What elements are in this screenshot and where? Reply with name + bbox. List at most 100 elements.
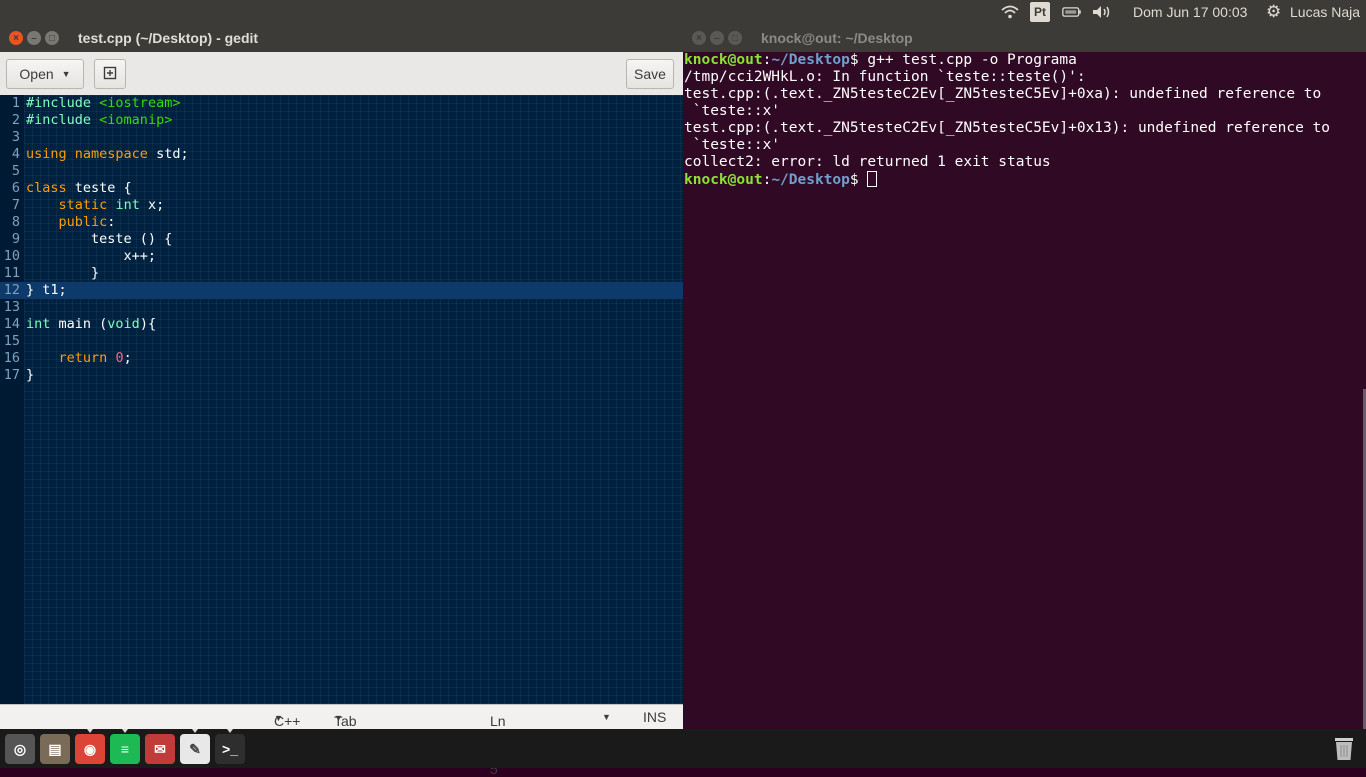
- code-line[interactable]: 1 #include <iostream>: [0, 95, 683, 112]
- code-line[interactable]: 15: [0, 333, 683, 350]
- window-title: test.cpp (~/Desktop) - gedit: [78, 30, 259, 46]
- code-line[interactable]: 9 teste () {: [0, 231, 683, 248]
- gedit-window: × – □ test.cpp (~/Desktop) - gedit Open …: [0, 24, 683, 777]
- chevron-down-icon: ▼: [61, 69, 71, 79]
- line-number: 6: [11, 180, 20, 196]
- code-text: }: [26, 265, 100, 281]
- dock-system-settings-icon[interactable]: ◎: [5, 734, 35, 764]
- code-line[interactable]: 13: [0, 299, 683, 316]
- save-button[interactable]: Save: [626, 59, 674, 89]
- code-line[interactable]: 11 }: [0, 265, 683, 282]
- code-text: } t1;: [26, 282, 67, 298]
- battery-icon[interactable]: [1062, 3, 1082, 21]
- dock: ◎ ▤ ◉ ≡ ✉ ✎ >_: [0, 729, 1366, 768]
- keyboard-icon[interactable]: Pt: [1030, 2, 1050, 22]
- save-label: Save: [634, 66, 666, 82]
- maximize-icon[interactable]: □: [45, 31, 59, 45]
- line-number: 11: [3, 265, 20, 281]
- code-line[interactable]: 16 return 0;: [0, 350, 683, 367]
- line-number: 2: [11, 112, 20, 128]
- maximize-icon[interactable]: □: [728, 31, 742, 45]
- code-line[interactable]: 12 } t1;: [0, 282, 683, 299]
- output-line: test.cpp:(.text._ZN5testeC2Ev[_ZN5testeC…: [684, 120, 1331, 136]
- dock-gedit-icon[interactable]: ✎: [180, 734, 210, 764]
- code-text: class teste {: [26, 180, 132, 196]
- status-bar: C++ ▼ Tab Width: 4 ▼ Ln 12, Col 5 ▼ INS: [0, 704, 683, 777]
- close-icon[interactable]: ×: [9, 31, 23, 45]
- code-text: return 0;: [58, 350, 132, 366]
- insert-mode[interactable]: INS: [643, 709, 666, 725]
- gedit-titlebar: × – □ test.cpp (~/Desktop) - gedit: [0, 24, 683, 52]
- chevron-down-icon: ▼: [274, 713, 283, 723]
- line-number: 15: [3, 333, 20, 349]
- output-line: `teste::x': [684, 137, 781, 153]
- terminal-window[interactable]: × – □ knock@out: ~/Desktop knock@out:~/D…: [683, 24, 1366, 729]
- code-text: int main (void){: [26, 316, 157, 332]
- new-document-icon: [103, 66, 117, 83]
- dock-spotify-icon[interactable]: ≡: [110, 734, 140, 764]
- code-text: #include <iomanip>: [26, 112, 173, 128]
- new-tab-button[interactable]: [94, 59, 126, 89]
- code-line[interactable]: 14 int main (void){: [0, 316, 683, 333]
- running-indicator: [122, 729, 128, 733]
- output-line: /tmp/cci2WHkL.o: In function `teste::tes…: [684, 69, 1086, 85]
- open-button[interactable]: Open ▼: [6, 59, 84, 89]
- line-number: 3: [11, 129, 20, 145]
- code-line[interactable]: 10 x++;: [0, 248, 683, 265]
- line-number: 14: [3, 316, 20, 332]
- code-line[interactable]: 6 class teste {: [0, 180, 683, 197]
- open-label: Open: [19, 66, 54, 82]
- line-number: 12: [3, 282, 20, 298]
- minimize-icon[interactable]: –: [27, 31, 41, 45]
- code-editor[interactable]: 1 #include <iostream> 2 #include <iomanip> 3…: [0, 95, 683, 704]
- code-text: }: [26, 367, 35, 383]
- trash-icon[interactable]: [1332, 735, 1356, 766]
- wifi-icon[interactable]: [1000, 3, 1020, 21]
- command-line: knock@out:~/Desktop$ g++ test.cpp -o Pro…: [684, 52, 1077, 68]
- line-number: 13: [3, 299, 20, 315]
- user-name[interactable]: Lucas Naja: [1290, 4, 1360, 20]
- line-number: 9: [11, 231, 20, 247]
- code-text: using namespace std;: [26, 146, 189, 162]
- running-indicator: [192, 729, 198, 733]
- minimize-icon[interactable]: –: [710, 31, 724, 45]
- gear-icon[interactable]: ⚙: [1266, 2, 1281, 22]
- code-text: static int x;: [58, 197, 165, 213]
- dock-chrome-icon[interactable]: ◉: [75, 734, 105, 764]
- running-indicator: [227, 729, 233, 733]
- line-number: 16: [3, 350, 20, 366]
- chevron-down-icon: ▼: [334, 713, 343, 723]
- code-line[interactable]: 8 public:: [0, 214, 683, 231]
- chevron-down-icon[interactable]: ▼: [602, 712, 611, 722]
- code-line[interactable]: 7 static int x;: [0, 197, 683, 214]
- code-line[interactable]: 4 using namespace std;: [0, 146, 683, 163]
- code-line[interactable]: 2 #include <iomanip>: [0, 112, 683, 129]
- output-line: collect2: error: ld returned 1 exit stat…: [684, 154, 1051, 170]
- window-title: knock@out: ~/Desktop: [761, 30, 913, 46]
- code-line[interactable]: 3: [0, 129, 683, 146]
- line-number: 5: [11, 163, 20, 179]
- line-number: 4: [11, 146, 20, 162]
- code-text: #include <iostream>: [26, 95, 181, 111]
- code-line[interactable]: 5: [0, 163, 683, 180]
- dock-terminal-icon[interactable]: >_: [215, 734, 245, 764]
- line-number: 17: [3, 367, 20, 383]
- dock-files-icon[interactable]: ▤: [40, 734, 70, 764]
- prompt-line: knock@out:~/Desktop$: [684, 171, 1364, 188]
- line-number: 10: [3, 248, 20, 264]
- terminal-output[interactable]: knock@out:~/Desktop$ g++ test.cpp -o Pro…: [684, 52, 1364, 188]
- close-icon[interactable]: ×: [692, 31, 706, 45]
- output-line: test.cpp:(.text._ZN5testeC2Ev[_ZN5testeC…: [684, 86, 1322, 102]
- code-text: x++;: [26, 248, 157, 264]
- dock-mail-icon[interactable]: ✉: [145, 734, 175, 764]
- error-output: /tmp/cci2WHkL.o: In function `teste::tes…: [684, 69, 1364, 171]
- line-number: 8: [11, 214, 20, 230]
- volume-icon[interactable]: [1092, 3, 1112, 21]
- code-text: public:: [58, 214, 116, 230]
- line-number: 1: [11, 95, 20, 111]
- output-line: `teste::x': [684, 103, 781, 119]
- clock[interactable]: Dom Jun 17 00:03: [1133, 4, 1247, 20]
- code-line[interactable]: 17}: [0, 367, 683, 384]
- text-cursor: [867, 171, 878, 187]
- tray: Pt: [1000, 0, 1112, 24]
